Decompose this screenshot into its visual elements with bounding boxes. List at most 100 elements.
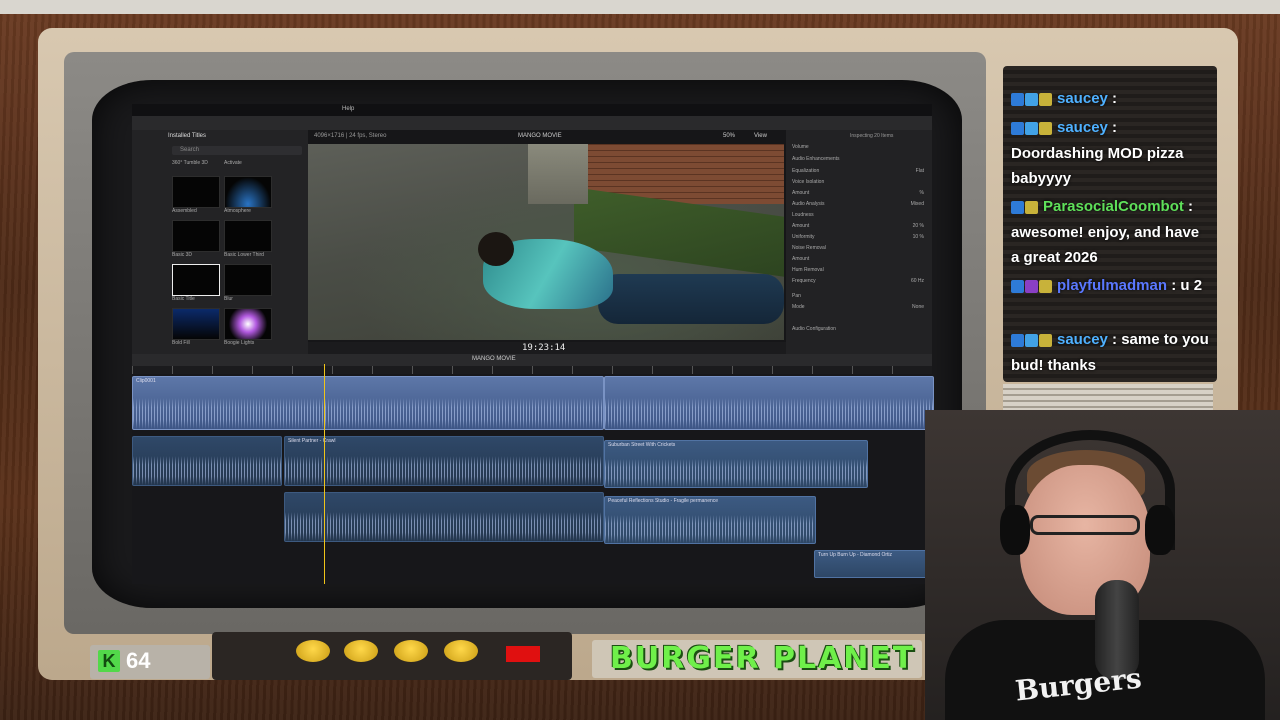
title-thumb-selected[interactable] bbox=[172, 264, 220, 296]
user-badges bbox=[1011, 195, 1039, 220]
knob-icon[interactable] bbox=[394, 640, 428, 662]
inspector-row-label[interactable]: Volume bbox=[792, 144, 809, 150]
knob-icon[interactable] bbox=[444, 640, 478, 662]
chat-panel: saucey : saucey : Doordashing MOD pizza … bbox=[1003, 66, 1217, 382]
inspector-row-label[interactable]: Mode bbox=[792, 304, 805, 310]
inspector-row-label[interactable]: Uniformity bbox=[792, 234, 815, 240]
badge-icon bbox=[1039, 280, 1052, 294]
audio-clip[interactable]: Silent Partner - Crawl bbox=[284, 436, 604, 486]
inspector-row-value[interactable]: 20 % bbox=[913, 223, 924, 229]
titles-browser: Installed Titles Search 360° Tumble 3D A… bbox=[132, 130, 308, 354]
user-badges bbox=[1011, 274, 1053, 299]
audio-clip[interactable]: Suburban Street With Crickets bbox=[604, 440, 868, 488]
chat-message: saucey : bbox=[1011, 86, 1211, 112]
inspector-row-value: Mixed bbox=[910, 201, 924, 207]
inspector-row-value[interactable]: 60 Hz bbox=[911, 278, 924, 284]
chat-messages: saucey : saucey : Doordashing MOD pizza … bbox=[1007, 66, 1213, 382]
chat-text: awesome! enjoy, and have a great 2026 bbox=[1011, 223, 1200, 266]
inspector-row-value[interactable]: Flat bbox=[916, 168, 924, 174]
title-thumb[interactable] bbox=[224, 308, 272, 340]
inspector-row-value[interactable]: None bbox=[912, 304, 924, 310]
badge-icon bbox=[1011, 334, 1024, 348]
title-thumb[interactable] bbox=[172, 308, 220, 340]
chat-message: saucey : same to you bud! thanks bbox=[1011, 327, 1211, 378]
inspector-row-label[interactable]: Audio Analysis bbox=[792, 201, 825, 207]
playhead[interactable] bbox=[324, 364, 325, 584]
audio-clip[interactable] bbox=[132, 436, 282, 486]
inspector-row-value: % bbox=[919, 190, 924, 196]
timecode-display: 19:23:14 bbox=[522, 343, 566, 353]
title-label: Basic Title bbox=[172, 296, 195, 302]
browser-top-item[interactable]: 360° Tumble 3D bbox=[172, 160, 208, 166]
title-thumb[interactable] bbox=[224, 264, 272, 296]
knob-icon[interactable] bbox=[344, 640, 378, 662]
title-thumb[interactable] bbox=[172, 176, 220, 208]
browser-top-item[interactable]: Activate bbox=[224, 160, 242, 166]
title-thumb[interactable] bbox=[224, 220, 272, 252]
badge-icon bbox=[1025, 201, 1038, 215]
webcam-feed: Burgers bbox=[925, 410, 1280, 720]
viewer-zoom-menu[interactable]: 50% bbox=[723, 133, 735, 139]
audio-clip[interactable] bbox=[284, 492, 604, 542]
wall-strip bbox=[0, 0, 1280, 14]
badge-icon bbox=[1011, 93, 1024, 107]
brand-logo: BURGER PLANET bbox=[610, 641, 916, 676]
chat-text: u 2 bbox=[1180, 277, 1203, 294]
knob-icon[interactable] bbox=[296, 640, 330, 662]
chat-username[interactable]: saucey bbox=[1057, 90, 1108, 107]
inspector-row-label[interactable]: Amount bbox=[792, 223, 809, 229]
inspector-row-label[interactable]: Frequency bbox=[792, 278, 816, 284]
inspector-row-label[interactable]: Hum Removal bbox=[792, 267, 824, 273]
video-editor-app: Help Installed Titles Search 360° Tumble… bbox=[132, 104, 934, 584]
browser-search-input[interactable]: Search bbox=[172, 146, 302, 155]
headset-earcup-left bbox=[1000, 505, 1030, 555]
chat-text: Doordashing MOD pizza babyyyy bbox=[1011, 144, 1184, 187]
inspector-row-label[interactable]: Audio Configuration bbox=[792, 326, 836, 332]
primary-clip[interactable] bbox=[604, 376, 934, 430]
inspector-row-label[interactable]: Loudness bbox=[792, 212, 814, 218]
waveform bbox=[605, 397, 933, 429]
timeline: Clip0001 Silent Partner - Crawl Suburban… bbox=[132, 374, 934, 584]
chat-username[interactable]: playfulmadman bbox=[1057, 277, 1167, 294]
standing-legs bbox=[528, 144, 588, 204]
chat-username[interactable]: saucey bbox=[1057, 119, 1108, 136]
jeans bbox=[598, 274, 784, 324]
timeline-project-name[interactable]: MANGO MOVIE bbox=[472, 356, 516, 362]
inspector-row-label[interactable]: Voice Isolation bbox=[792, 179, 824, 185]
viewer-view-menu[interactable]: View bbox=[754, 133, 767, 139]
tv-screen: Help Installed Titles Search 360° Tumble… bbox=[92, 80, 962, 608]
viewer: 4096×1716 | 24 fps, Stereo MANGO MOVIE 5… bbox=[308, 130, 786, 354]
title-thumb[interactable] bbox=[224, 176, 272, 208]
badge-icon bbox=[1039, 122, 1052, 136]
inspector-row-label[interactable]: Equalization bbox=[792, 168, 819, 174]
chat-username[interactable]: saucey bbox=[1057, 331, 1108, 348]
headset-earcup-right bbox=[1145, 505, 1175, 555]
tv-control-panel bbox=[212, 632, 572, 680]
inspector-row-label[interactable]: Amount bbox=[792, 190, 809, 196]
badge-icon bbox=[1025, 93, 1038, 107]
audio-clip[interactable]: Turn Up Burn Up - Diamond Ortiz bbox=[814, 550, 934, 578]
timeline-ruler[interactable] bbox=[132, 366, 932, 374]
waveform bbox=[285, 512, 603, 541]
person-head bbox=[478, 232, 514, 266]
title-label: Basic 3D bbox=[172, 252, 193, 258]
waveform bbox=[133, 397, 603, 429]
inspector-row-label[interactable]: Amount bbox=[792, 256, 809, 262]
badge-icon bbox=[1039, 334, 1052, 348]
menu-help[interactable]: Help bbox=[342, 106, 354, 112]
chat-username[interactable]: ParasocialCoombot bbox=[1043, 198, 1184, 215]
inspector-row-label[interactable]: Audio Enhancements bbox=[792, 156, 840, 162]
inspector-row-label[interactable]: Noise Removal bbox=[792, 245, 826, 251]
audio-clip[interactable]: Peaceful Reflections Studio - Fragile pe… bbox=[604, 496, 816, 544]
title-thumb[interactable] bbox=[172, 220, 220, 252]
timeline-header: MANGO MOVIE bbox=[132, 354, 932, 366]
inspector-row-value[interactable]: 10 % bbox=[913, 234, 924, 240]
inspector-header: Inspecting 20 Items bbox=[850, 133, 894, 139]
kick-logo-icon: K bbox=[98, 650, 120, 672]
power-button[interactable] bbox=[506, 646, 540, 662]
inspector-row-label[interactable]: Pan bbox=[792, 293, 801, 299]
primary-clip[interactable]: Clip0001 bbox=[132, 376, 604, 430]
browser-header[interactable]: Installed Titles bbox=[168, 133, 206, 139]
badge-icon bbox=[1025, 122, 1038, 136]
waveform bbox=[285, 456, 603, 485]
